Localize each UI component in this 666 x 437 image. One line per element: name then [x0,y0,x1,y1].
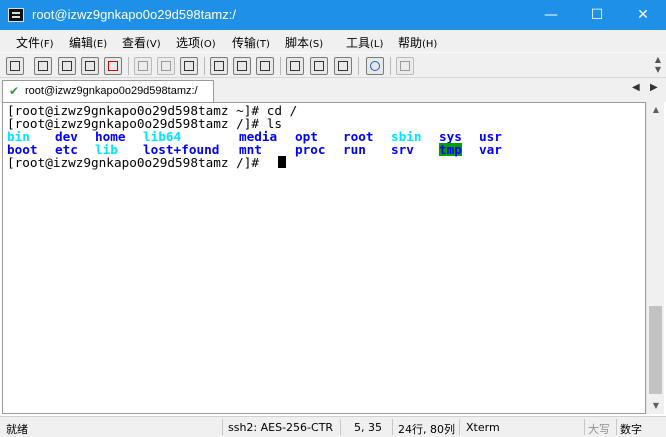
menu-transfer-label: 传输 [232,36,257,50]
status-separator [222,419,223,435]
copy-icon[interactable] [134,57,152,75]
status-separator [584,419,585,435]
terminal-prompt: [root@izwz9gnkapo0o29d598tamz /]# [7,155,267,170]
status-num-lock: 数字 [620,423,642,436]
scroll-up-icon[interactable]: ▲ [647,102,665,118]
status-cipher: ssh2: AES-256-CTR [228,421,334,434]
help-icon[interactable] [366,57,384,75]
toolbar-separator [128,57,129,75]
session-tab[interactable]: ✔ root@izwz9gnkapo0o29d598tamz:/ [2,80,214,102]
menu-help-label: 帮助 [398,36,423,50]
menu-script-accel: (S) [309,39,324,50]
connect-tab-icon[interactable] [58,57,76,75]
menu-edit[interactable]: 编辑(E) [69,34,107,51]
ls-entry-proc: proc [295,142,326,157]
menu-options-accel: (O) [200,39,216,50]
menu-edit-label: 编辑 [69,36,94,50]
session-tab-label: root@izwz9gnkapo0o29d598tamz:/ [25,85,198,97]
ls-entry-var: var [479,142,502,157]
ls-entry-tmp: tmp [439,142,462,157]
tab-scroll-left-icon[interactable]: ◀ [632,82,640,93]
window-title: root@izwz9gnkapo0o29d598tamz:/ [32,7,236,22]
menu-script-label: 脚本 [285,36,310,50]
disconnect-icon[interactable] [104,57,122,75]
menu-transfer-accel: (T) [256,39,270,50]
status-caps-lock: 大写 [588,423,610,436]
print-icon[interactable] [210,57,228,75]
toolbar-separator [204,57,205,75]
menu-view[interactable]: 查看(V) [122,34,161,51]
keymap-icon[interactable] [334,57,352,75]
menu-transfer[interactable]: 传输(T) [232,34,270,51]
menu-script[interactable]: 脚本(S) [285,34,323,51]
paste-icon[interactable] [157,57,175,75]
ls-entry-run: run [343,142,366,157]
global-options-icon[interactable] [310,57,328,75]
session-options-icon[interactable] [286,57,304,75]
toolbar: ▲ ▼ [0,52,666,78]
connect-icon[interactable] [6,57,24,75]
ls-entry-srv: srv [391,142,414,157]
quick-connect-icon[interactable] [34,57,52,75]
status-separator [392,419,393,435]
title-bar: root@izwz9gnkapo0o29d598tamz:/ — ☐ ✕ [0,0,666,30]
toolbar-separator [390,57,391,75]
print-setup-icon[interactable] [233,57,251,75]
menu-file[interactable]: 文件(F) [16,34,54,51]
toolbar-separator [280,57,281,75]
find-icon[interactable] [180,57,198,75]
close-button[interactable]: ✕ [620,0,666,30]
menu-tools-accel: (L) [370,39,384,50]
status-cursor-position: 5, 35 [354,421,382,434]
status-ready: 就绪 [6,423,28,436]
menu-tools[interactable]: 工具(L) [346,34,383,51]
connected-check-icon: ✔ [9,84,20,98]
menu-options[interactable]: 选项(O) [176,34,216,51]
status-separator [340,419,341,435]
terminal-app-icon [8,8,24,22]
sftp-icon[interactable] [396,57,414,75]
scrollbar-thumb[interactable] [649,306,662,394]
tab-scroll-right-icon[interactable]: ▶ [650,82,658,93]
status-bar: 就绪 ssh2: AES-256-CTR 5, 35 24行, 80列 Xter… [0,416,666,437]
vertical-scrollbar[interactable]: ▲ ▼ [646,102,664,414]
menu-options-label: 选项 [176,36,201,50]
maximize-button[interactable]: ☐ [574,0,620,30]
menu-bar: 文件(F) 编辑(E) 查看(V) 选项(O) 传输(T) 脚本(S) 工具(L… [0,30,666,52]
status-terminal-size: 24行, 80列 [398,423,455,436]
menu-view-accel: (V) [146,39,161,50]
menu-view-label: 查看 [122,36,147,50]
session-tab-strip: ✔ root@izwz9gnkapo0o29d598tamz:/ [0,78,666,102]
toolbar-overflow-icon[interactable]: ▲ ▼ [652,55,664,77]
minimize-button[interactable]: — [528,0,574,30]
menu-help-accel: (H) [422,39,438,50]
printer-icon[interactable] [256,57,274,75]
status-separator [616,419,617,435]
menu-tools-label: 工具 [346,36,371,50]
scroll-down-icon[interactable]: ▼ [647,398,665,414]
menu-file-label: 文件 [16,36,41,50]
terminal-area[interactable]: [root@izwz9gnkapo0o29d598tamz ~]# cd / [… [2,102,646,414]
toolbar-separator [358,57,359,75]
status-separator [459,419,460,435]
menu-file-accel: (F) [40,39,54,50]
menu-help[interactable]: 帮助(H) [398,34,437,51]
terminal-cursor [278,156,286,168]
menu-edit-accel: (E) [93,39,108,50]
status-terminal-type: Xterm [466,421,500,434]
reconnect-icon[interactable] [81,57,99,75]
